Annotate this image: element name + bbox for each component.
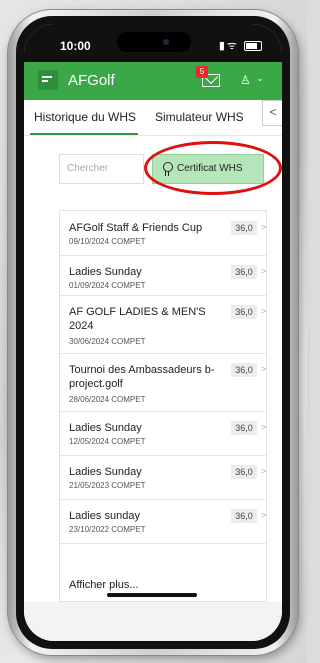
camera-notch — [117, 32, 191, 52]
list-item[interactable]: Tournoi des Ambassadeurs b-project.golf … — [60, 353, 266, 412]
status-bar: 10:00 ▮ᯤ — [24, 24, 282, 62]
notification-badge: 5 — [196, 66, 208, 78]
app-screen: 10:00 ▮ᯤ AFGolf 5 ♙ ⌄ Historique du WHS … — [24, 24, 282, 641]
menu-button[interactable] — [38, 70, 58, 90]
score-badge: 36,0 — [231, 305, 257, 319]
show-more-link[interactable]: Afficher plus... — [69, 579, 139, 591]
tab-historique[interactable]: Historique du WHS — [34, 110, 136, 124]
item-title: AFGolf Staff & Friends Cup — [69, 222, 203, 234]
score-badge: 36,0 — [231, 221, 257, 235]
chevron-right-icon: > — [261, 222, 267, 232]
score-badge: 36,0 — [231, 265, 257, 279]
tab-divider — [24, 135, 282, 136]
search-input[interactable]: Chercher — [59, 154, 144, 184]
list-item[interactable]: AFGolf Staff & Friends Cup 09/10/2024 CO… — [60, 211, 266, 256]
chevron-right-icon: > — [261, 510, 267, 520]
item-date: 23/10/2022 COMPET — [69, 525, 146, 534]
wifi-icon: ᯤ — [226, 40, 239, 52]
item-title: Ladies Sunday — [69, 422, 142, 434]
item-title: AF GOLF LADIES & MEN'S 2024 — [69, 306, 206, 332]
user-icon[interactable]: ♙ — [240, 73, 251, 87]
chevron-right-icon: > — [261, 266, 267, 276]
list-item[interactable]: Ladies Sunday 21/05/2023 COMPET 36,0 > — [60, 455, 266, 500]
list-item[interactable]: Ladies sunday 23/10/2022 COMPET 36,0 > — [60, 499, 266, 544]
home-indicator[interactable] — [107, 593, 197, 597]
highlight-circle — [144, 141, 282, 195]
item-date: 28/06/2024 COMPET — [69, 395, 146, 404]
signal-icon: ▮ — [218, 40, 227, 52]
chevron-down-icon[interactable]: ⌄ — [256, 73, 264, 84]
score-badge: 36,0 — [231, 363, 257, 377]
score-badge: 36,0 — [231, 421, 257, 435]
item-date: 01/09/2024 COMPET — [69, 281, 146, 290]
status-time: 10:00 — [60, 39, 91, 53]
system-icons: ▮ᯤ — [219, 38, 262, 53]
app-title: AFGolf — [68, 72, 115, 89]
score-badge: 36,0 — [231, 465, 257, 479]
chevron-right-icon: > — [261, 466, 267, 476]
tab-bar: Historique du WHS Simulateur WHS < — [24, 100, 282, 136]
item-date: 21/05/2023 COMPET — [69, 481, 146, 490]
score-badge: 36,0 — [231, 509, 257, 523]
app-bar: AFGolf 5 ♙ ⌄ — [24, 62, 282, 100]
chevron-right-icon: > — [261, 422, 267, 432]
item-date: 12/05/2024 COMPET — [69, 437, 146, 446]
item-title: Tournoi des Ambassadeurs b-project.golf — [69, 364, 215, 390]
item-date: 09/10/2024 COMPET — [69, 237, 146, 246]
bottom-area — [24, 602, 282, 641]
list-item[interactable]: Ladies Sunday 01/09/2024 COMPET 36,0 > — [60, 255, 266, 296]
chevron-right-icon: > — [261, 364, 267, 374]
list-item[interactable]: Ladies Sunday 12/05/2024 COMPET 36,0 > — [60, 411, 266, 456]
tab-simulateur[interactable]: Simulateur WHS — [155, 110, 244, 124]
list-item[interactable]: AF GOLF LADIES & MEN'S 2024 30/06/2024 C… — [60, 295, 266, 354]
chevron-right-icon: > — [261, 306, 267, 316]
collapse-button[interactable]: < — [262, 100, 282, 126]
competition-list: AFGolf Staff & Friends Cup 09/10/2024 CO… — [59, 210, 267, 602]
item-date: 30/06/2024 COMPET — [69, 337, 146, 346]
menu-icon-line — [42, 80, 48, 82]
item-title: Ladies sunday — [69, 510, 140, 522]
item-title: Ladies Sunday — [69, 466, 142, 478]
item-title: Ladies Sunday — [69, 266, 142, 278]
camera-icon — [163, 39, 169, 45]
menu-icon — [42, 76, 52, 78]
battery-icon — [244, 41, 262, 52]
